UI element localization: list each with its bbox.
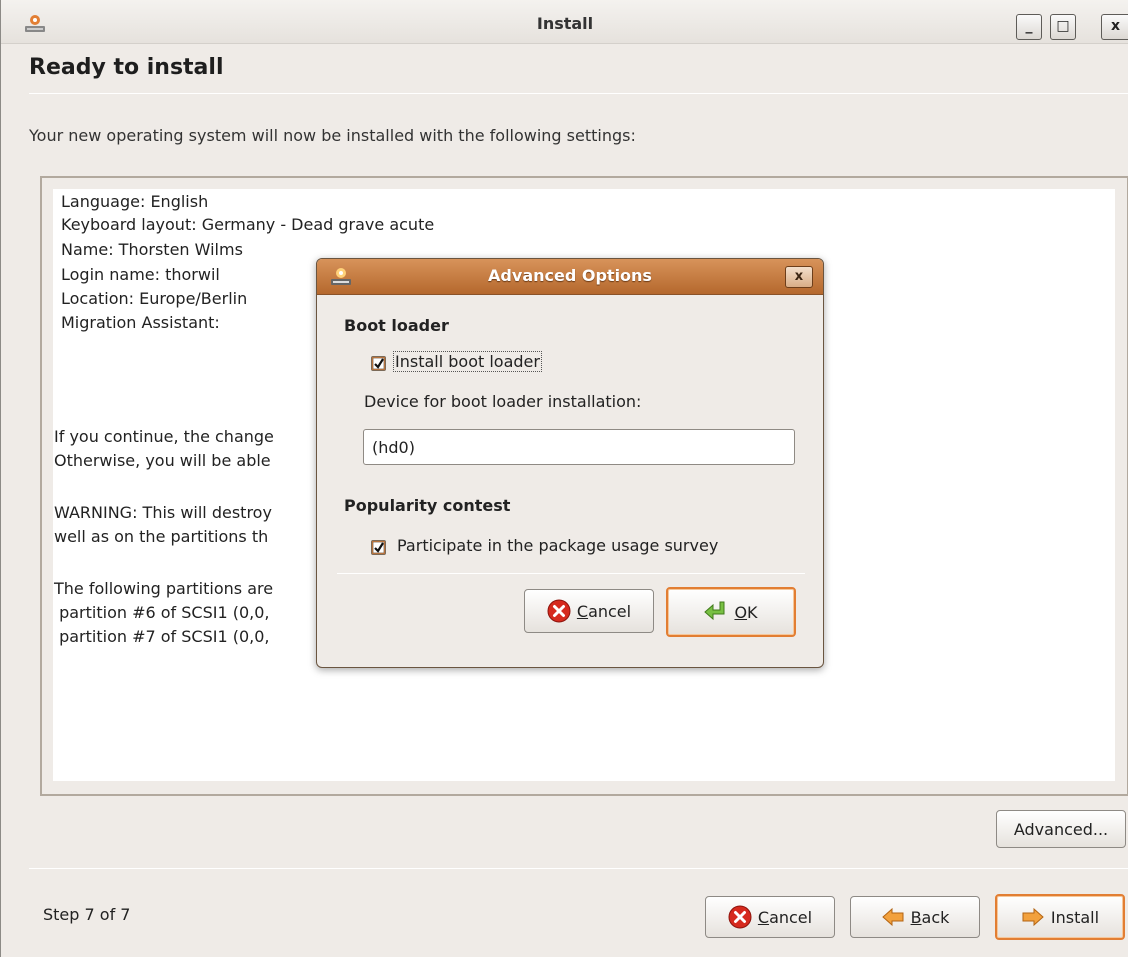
- summary-line: Otherwise, you will be able: [54, 451, 271, 470]
- back-button[interactable]: Back: [850, 896, 980, 938]
- summary-line: well as on the partitions th: [54, 527, 269, 546]
- advanced-button[interactable]: Advanced...: [996, 810, 1126, 848]
- dialog-ok-label: OK: [734, 602, 758, 622]
- dialog-titlebar[interactable]: Advanced Options x: [317, 259, 823, 295]
- ok-icon: [704, 601, 725, 621]
- summary-line: partition #6 of SCSI1 (0,0,: [54, 603, 270, 622]
- participate-survey-label[interactable]: Participate in the package usage survey: [397, 536, 718, 555]
- summary-line: If you continue, the change: [54, 427, 274, 446]
- advanced-options-dialog: Advanced Options x Boot loader Install b…: [316, 258, 824, 668]
- intro-text: Your new operating system will now be in…: [29, 126, 636, 145]
- cancel-icon: [547, 599, 571, 623]
- cancel-button[interactable]: Cancel: [705, 896, 835, 938]
- close-button[interactable]: x: [1101, 14, 1128, 40]
- cancel-button-label: Cancel: [757, 907, 813, 927]
- participate-survey-checkbox[interactable]: [371, 540, 386, 555]
- back-arrow-icon: [881, 907, 904, 927]
- summary-line: Migration Assistant:: [61, 313, 220, 332]
- back-button-label: Back: [910, 907, 950, 927]
- device-label: Device for boot loader installation:: [364, 392, 642, 411]
- heading-divider: [29, 93, 1128, 94]
- summary-line: Login name: thorwil: [61, 265, 220, 284]
- advanced-button-label: Advanced...: [1013, 819, 1109, 839]
- dialog-close-button[interactable]: x: [785, 266, 813, 288]
- checkmark-icon: [372, 541, 385, 554]
- checkmark-icon: [372, 357, 385, 370]
- dialog-ok-button[interactable]: OK: [666, 587, 796, 637]
- window-titlebar[interactable]: Install _ □ x: [1, 0, 1128, 44]
- forward-arrow-icon: [1022, 907, 1044, 927]
- cancel-icon: [728, 905, 752, 929]
- dialog-divider: [337, 573, 805, 574]
- maximize-button[interactable]: □: [1050, 14, 1076, 40]
- step-indicator: Step 7 of 7: [43, 905, 131, 924]
- summary-line: Keyboard layout: Germany - Dead grave ac…: [61, 215, 435, 234]
- install-button-label: Install: [1050, 907, 1100, 927]
- summary-line: The following partitions are: [54, 579, 274, 598]
- summary-line: Name: Thorsten Wilms: [61, 240, 243, 259]
- dialog-cancel-label: Cancel: [576, 601, 632, 621]
- footer-divider: [29, 868, 1128, 869]
- summary-line: partition #7 of SCSI1 (0,0,: [54, 627, 270, 646]
- minimize-button[interactable]: _: [1016, 14, 1042, 40]
- summary-line: Location: Europe/Berlin: [61, 289, 248, 308]
- popularity-contest-heading: Popularity contest: [344, 496, 511, 515]
- install-boot-loader-checkbox[interactable]: [371, 356, 386, 371]
- dialog-cancel-button[interactable]: Cancel: [524, 589, 654, 633]
- summary-line: WARNING: This will destroy: [54, 503, 272, 522]
- boot-loader-heading: Boot loader: [344, 316, 449, 335]
- window-title: Install: [536, 14, 594, 33]
- install-boot-loader-text: Install boot loader: [393, 351, 542, 372]
- page-title: Ready to install: [29, 55, 224, 80]
- install-boot-loader-label[interactable]: Install boot loader: [393, 351, 542, 372]
- summary-line: Language: English: [61, 192, 209, 211]
- dialog-title: Advanced Options: [488, 266, 652, 285]
- install-button[interactable]: Install: [995, 894, 1125, 940]
- boot-device-input[interactable]: [363, 429, 795, 465]
